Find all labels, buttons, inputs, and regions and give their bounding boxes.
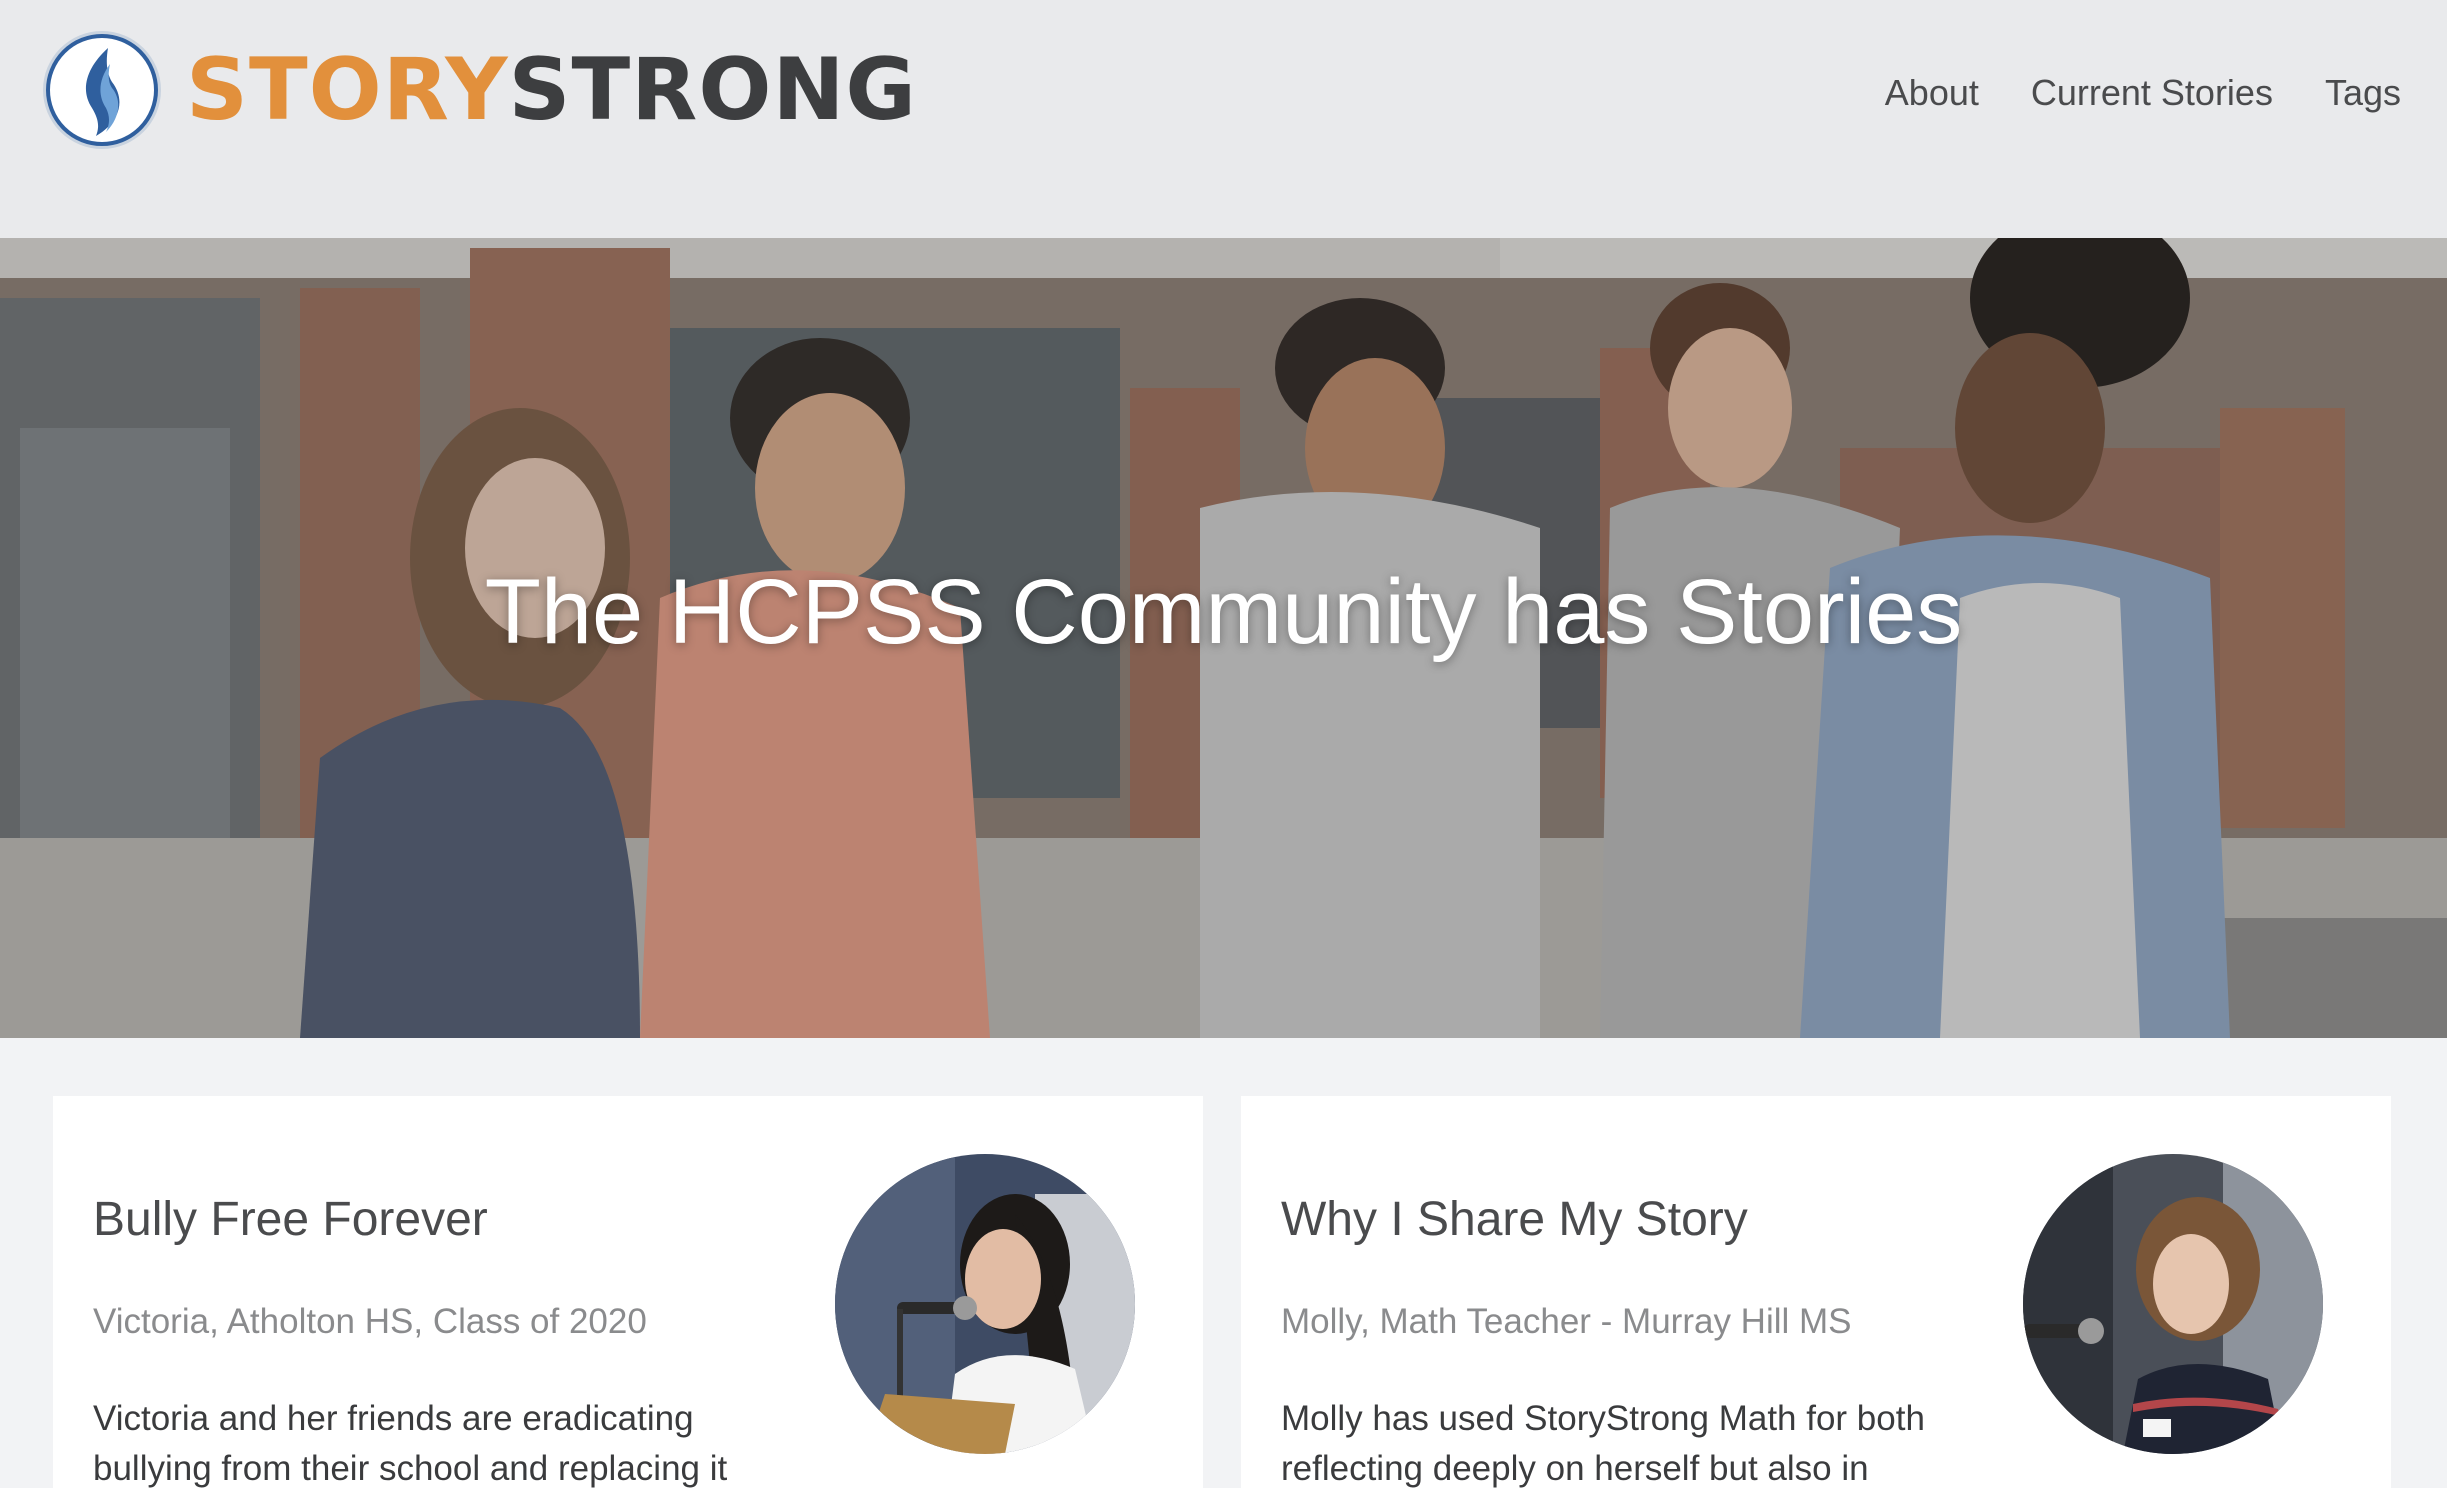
brand-wordmark: STORYSTRONG [186, 47, 917, 133]
story-avatar[interactable] [2023, 1154, 2323, 1454]
story-excerpt: Molly has used StoryStrong Math for both… [1281, 1399, 1925, 1488]
nav-link-tags[interactable]: Tags [2325, 72, 2401, 114]
site-header: STORYSTRONG About Current Stories Tags [0, 0, 2447, 238]
story-subtitle: Victoria, Atholton HS, Class of 2020 [93, 1302, 647, 1341]
brand-word-story: STORY [186, 40, 509, 140]
story-subtitle: Molly, Math Teacher - Murray Hill MS [1281, 1302, 1852, 1341]
main-nav: About Current Stories Tags [1885, 72, 2401, 114]
story-card[interactable]: Why I Share My Story Molly, Math Teacher… [1241, 1096, 2391, 1488]
story-title[interactable]: Bully Free Forever [93, 1192, 488, 1247]
story-title[interactable]: Why I Share My Story [1281, 1192, 1748, 1247]
story-excerpt: Victoria and her friends are eradicating… [93, 1399, 728, 1488]
flame-logo-icon [46, 34, 158, 146]
story-card[interactable]: Bully Free Forever Victoria, Atholton HS… [53, 1096, 1203, 1488]
nav-link-about[interactable]: About [1885, 72, 1979, 114]
nav-link-current-stories[interactable]: Current Stories [2031, 72, 2273, 114]
brand-word-strong: STRONG [508, 40, 918, 140]
hero-banner: The HCPSS Community has Stories [0, 238, 2447, 1038]
site-logo[interactable]: STORYSTRONG [46, 34, 917, 146]
hero-title: The HCPSS Community has Stories [484, 561, 1963, 663]
story-avatar[interactable] [835, 1154, 1135, 1454]
